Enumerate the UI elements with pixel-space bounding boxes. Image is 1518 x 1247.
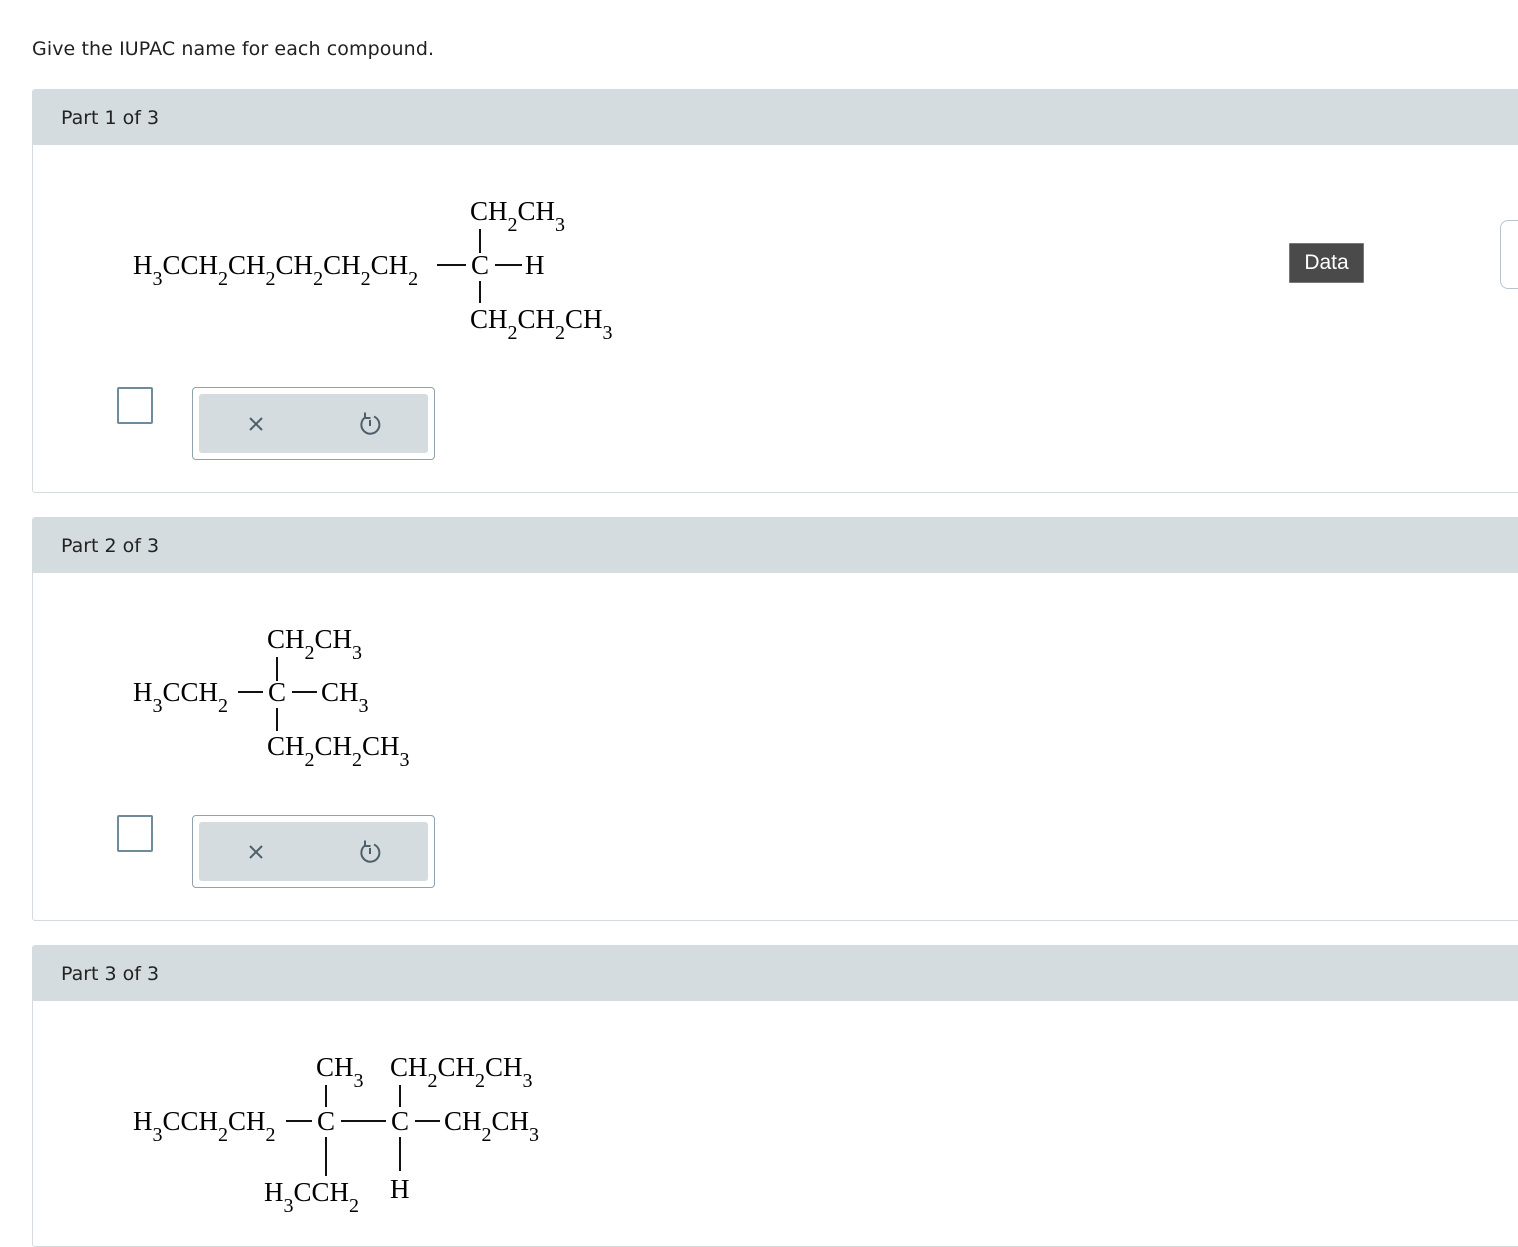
part-1-structural-formula: CH2CH3 H3CCH2CH2CH2CH2CH2 C H CH2CH2CH3 [133, 196, 613, 344]
part-1-answer-input[interactable] [117, 387, 153, 424]
formula-top-group: CH2CH3 [267, 624, 362, 664]
formula-main-chain: H3CCH2CH2CH2CH2CH2 [133, 250, 418, 290]
part-2-toolbox [192, 815, 435, 888]
part-3-structural-formula: CH3 CH2CH2CH3 H3CCH2CH2 C C CH2CH3 H3CCH… [133, 1052, 539, 1217]
part-1-toolbox [192, 387, 435, 460]
side-panel-tab[interactable] [1500, 220, 1518, 289]
formula-bottom-group: CH2CH2CH3 [470, 304, 613, 344]
formula-right-atom: H [525, 250, 545, 280]
toolbox-background [199, 822, 428, 881]
undo-button[interactable] [350, 404, 390, 444]
part-3-panel: Part 3 of 3 CH3 CH2CH2CH3 H3CCH2CH2 C C … [32, 945, 1518, 1247]
formula-main-chain: H3CCH2 [133, 677, 228, 717]
undo-icon [360, 412, 381, 435]
part-2-structural-formula: CH2CH3 H3CCH2 C CH3 CH2CH2CH3 [133, 624, 410, 771]
formula-top-propyl: CH2CH2CH3 [390, 1052, 533, 1092]
clear-button[interactable] [236, 832, 276, 872]
instruction-text: Give the IUPAC name for each compound. [32, 38, 435, 60]
close-icon [249, 417, 263, 431]
undo-icon [360, 840, 381, 863]
formula-bottom-group: CH2CH2CH3 [267, 731, 410, 771]
formula-top-methyl: CH3 [316, 1052, 364, 1092]
part-1-panel: Part 1 of 3 CH2CH3 H3CCH2CH2CH2CH2CH2 C … [32, 89, 1518, 493]
clear-button[interactable] [236, 404, 276, 444]
part-2-answer-input[interactable] [117, 815, 153, 852]
data-button[interactable]: Data [1289, 243, 1364, 283]
formula-center-atom-2: C [391, 1106, 409, 1136]
formula-center-atom: C [471, 250, 489, 280]
formula-center-atom: C [268, 677, 286, 707]
formula-center-atom-1: C [317, 1106, 335, 1136]
formula-bottom-ethyl: H3CCH2 [264, 1177, 359, 1217]
close-icon [249, 845, 263, 859]
undo-button[interactable] [350, 832, 390, 872]
formula-right-group: CH3 [321, 677, 369, 717]
formula-bottom-hydrogen: H [390, 1174, 410, 1204]
part-2-panel: Part 2 of 3 CH2CH3 H3CCH2 C CH3 CH2CH2CH… [32, 517, 1518, 921]
formula-main-chain: H3CCH2CH2 [133, 1106, 276, 1146]
toolbox-background [199, 394, 428, 453]
formula-top-group: CH2CH3 [470, 196, 565, 236]
formula-right-group: CH2CH3 [444, 1106, 539, 1146]
